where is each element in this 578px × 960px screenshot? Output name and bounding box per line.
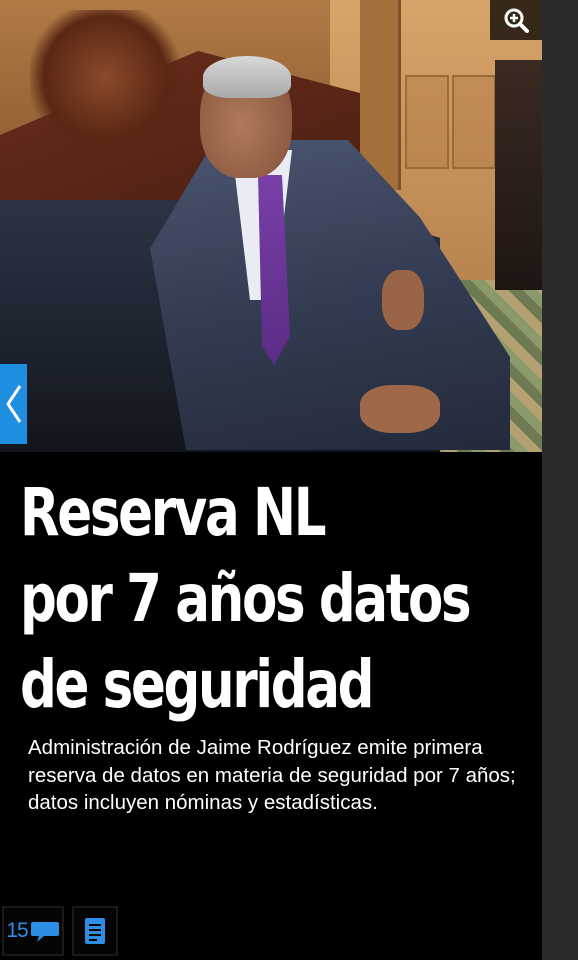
article-photo[interactable] — [0, 0, 542, 452]
zoom-button[interactable] — [490, 0, 542, 40]
comments-count: 15 — [6, 919, 28, 942]
photo-person-hair — [203, 56, 291, 98]
chevron-left-icon — [5, 385, 21, 423]
headline: Reserva NL por 7 años datos de seguridad — [20, 470, 535, 728]
photo-bg-panel — [405, 75, 449, 169]
photo-bg-chair — [495, 60, 542, 290]
speech-bubble-icon — [30, 922, 59, 942]
headline-line: Reserva NL — [20, 474, 327, 551]
adjacent-panel-edge — [542, 0, 578, 960]
article-summary: Administración de Jaime Rodríguez emite … — [28, 736, 516, 814]
photo-carving — [30, 10, 180, 160]
headline-line: de seguridad — [20, 646, 374, 723]
document-icon — [85, 918, 105, 944]
photo-person-hand — [360, 385, 440, 433]
article-text-button[interactable] — [72, 906, 118, 956]
photo-person-hand — [382, 270, 424, 330]
previous-button[interactable] — [0, 364, 27, 444]
photo-bg-panel — [452, 75, 496, 169]
zoom-in-icon — [504, 8, 529, 33]
comments-button[interactable]: 15 — [2, 906, 64, 956]
headline-line: por 7 años datos — [20, 560, 472, 637]
article-card: Reserva NL por 7 años datos de seguridad… — [0, 0, 542, 960]
